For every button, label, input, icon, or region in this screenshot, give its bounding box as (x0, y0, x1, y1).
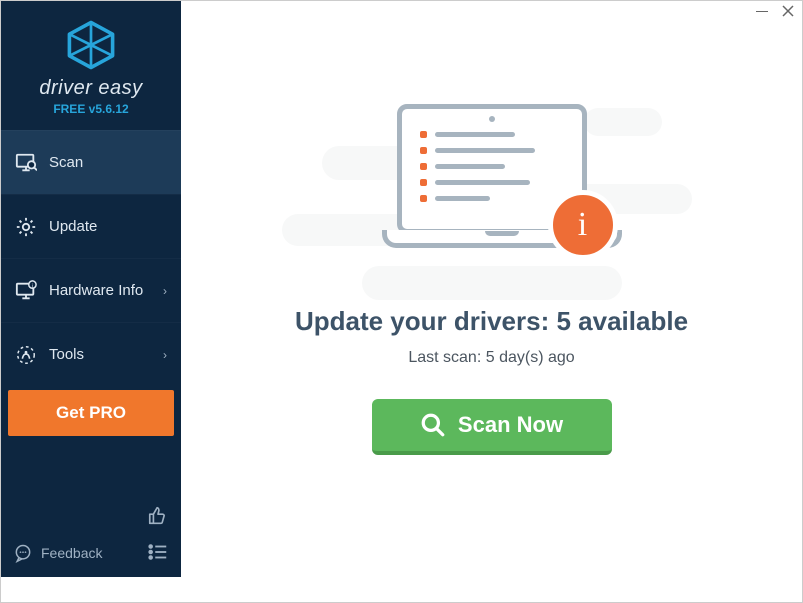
thumbs-up-icon[interactable] (147, 505, 169, 527)
tools-icon (15, 344, 37, 366)
nav-label: Tools (49, 346, 151, 363)
last-scan-value: 5 day(s) ago (486, 349, 575, 366)
svg-text:i: i (32, 283, 33, 289)
nav-item-hardware-info[interactable]: i Hardware Info › (1, 258, 181, 322)
scan-now-button[interactable]: Scan Now (372, 399, 612, 455)
last-scan-text: Last scan: 5 day(s) ago (408, 349, 574, 367)
close-button[interactable] (782, 5, 794, 21)
minimize-button[interactable] (756, 11, 768, 12)
chevron-right-icon: › (163, 284, 167, 298)
brand-name: driver easy (1, 77, 181, 100)
nav-item-update[interactable]: Update (1, 194, 181, 258)
get-pro-label: Get PRO (56, 403, 126, 423)
sidebar: driver easy FREE v5.6.12 Scan (1, 1, 181, 577)
app-body: driver easy FREE v5.6.12 Scan (1, 26, 802, 602)
headline: Update your drivers: 5 available (295, 306, 688, 337)
nav-item-scan[interactable]: Scan (1, 130, 181, 194)
magnifier-icon (420, 412, 446, 438)
get-pro-button[interactable]: Get PRO (8, 390, 174, 436)
speech-bubble-icon (13, 543, 33, 563)
app-logo-icon (64, 19, 118, 71)
list-menu-icon[interactable] (147, 541, 169, 563)
info-badge-icon: i (548, 190, 618, 260)
nav-label: Hardware Info (49, 282, 151, 299)
chevron-right-icon: › (163, 348, 167, 362)
nav-menu: Scan Update i Hardware Info (1, 130, 181, 386)
available-count: 5 (556, 306, 570, 336)
feedback-button[interactable]: Feedback (13, 543, 102, 563)
main-panel: i Update your drivers: 5 available Last … (181, 26, 802, 602)
close-icon (782, 5, 794, 17)
monitor-scan-icon (15, 152, 37, 174)
version-label: FREE v5.6.12 (1, 102, 181, 116)
nav-item-tools[interactable]: Tools › (1, 322, 181, 386)
illustration: i (282, 86, 702, 296)
gear-icon (15, 216, 37, 238)
scan-now-label: Scan Now (458, 412, 563, 438)
laptop-graphic: i (382, 104, 602, 274)
footer-icons (147, 505, 169, 563)
nav-label: Update (49, 218, 167, 235)
hardware-info-icon: i (15, 280, 37, 302)
feedback-label: Feedback (41, 545, 102, 561)
logo-block: driver easy FREE v5.6.12 (1, 1, 181, 124)
nav-label: Scan (49, 154, 167, 171)
sidebar-footer: Feedback (1, 495, 181, 577)
